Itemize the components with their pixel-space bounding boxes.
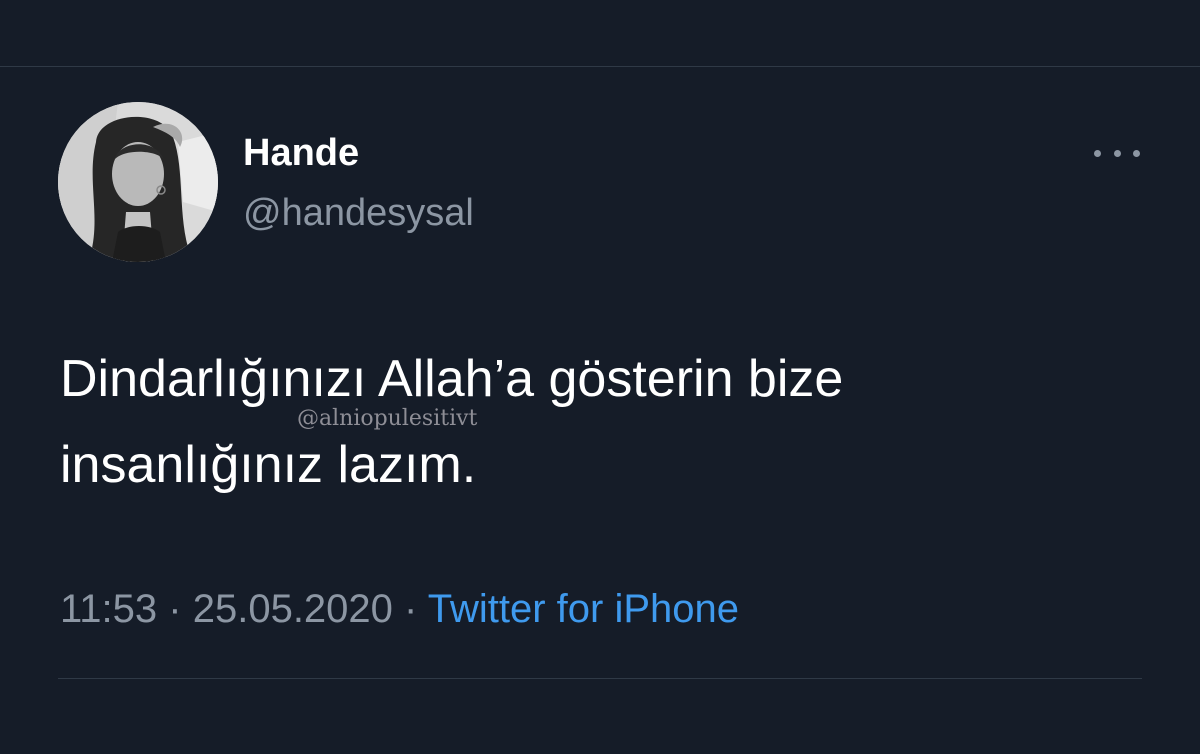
bottom-divider <box>58 678 1142 679</box>
tweet-text: Dindarlığınızı Allah’a gösterin bize ins… <box>60 336 1140 508</box>
avatar[interactable] <box>58 102 218 262</box>
tweet-source-link[interactable]: Twitter for iPhone <box>428 587 739 631</box>
more-options-button[interactable] <box>1094 142 1140 164</box>
tweet-metadata: 11:53 · 25.05.2020 · Twitter for iPhone <box>60 587 739 632</box>
author-display-name[interactable]: Hande <box>243 132 359 175</box>
meta-separator: · <box>168 587 182 631</box>
ellipsis-icon-dot <box>1133 149 1140 157</box>
avatar-image <box>58 102 218 262</box>
top-divider <box>0 66 1200 67</box>
ellipsis-icon-dot <box>1113 149 1121 157</box>
ellipsis-icon-dot <box>1094 149 1101 157</box>
author-handle[interactable]: @handesysal <box>243 192 474 235</box>
tweet-time[interactable]: 11:53 <box>60 587 157 631</box>
watermark: @alniopulesitivt <box>297 406 478 431</box>
tweet-date[interactable]: 25.05.2020 <box>193 587 393 631</box>
tweet-text-line: insanlığınız lazım. <box>60 436 477 494</box>
tweet-text-line: Dindarlığınızı Allah’a gösterin bize <box>60 350 844 408</box>
meta-separator: · <box>404 587 418 631</box>
